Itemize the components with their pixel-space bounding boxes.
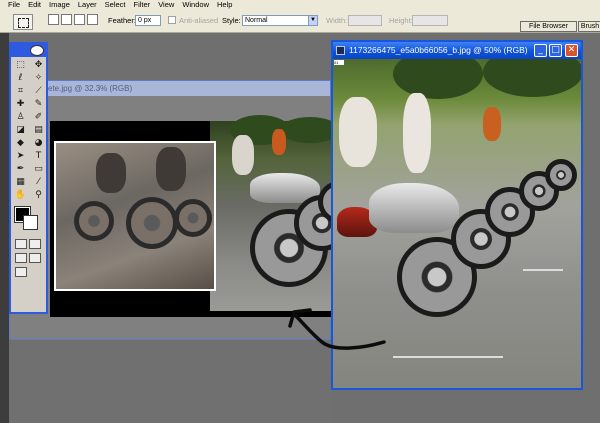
notes-tool-icon[interactable]: ▦ <box>12 176 29 188</box>
screen-modes <box>11 251 46 265</box>
desktop-strip <box>0 33 9 423</box>
options-bar: Feather: 0 px Anti-aliased Style: Normal… <box>0 10 600 33</box>
color-swatches <box>11 205 46 235</box>
tab-brushes[interactable]: Brush <box>578 21 600 32</box>
gradient-tool-icon[interactable]: ▤ <box>30 124 47 136</box>
tool-preset-picker[interactable] <box>13 14 33 30</box>
menu-item-view[interactable]: View <box>158 0 174 10</box>
mask-modes <box>11 237 46 251</box>
pen-tool-icon[interactable]: ✒ <box>12 163 29 175</box>
menu-item-file[interactable]: File <box>8 0 20 10</box>
menu-item-window[interactable]: Window <box>182 0 209 10</box>
workspace-background <box>9 340 331 423</box>
move-tool-icon[interactable]: ✥ <box>30 59 47 71</box>
back-document-window[interactable]: ete.jpg @ 32.3% (RGB) 01 <box>9 80 360 340</box>
bikes-photo-pasted <box>210 115 360 311</box>
hand-drawn-arrow <box>288 308 386 350</box>
style-value: Normal <box>245 17 268 24</box>
healing-brush-icon[interactable]: ✚ <box>12 98 29 110</box>
width-input[interactable] <box>348 15 382 26</box>
menu-item-select[interactable]: Select <box>105 0 126 10</box>
intersect-selection-icon[interactable] <box>87 14 98 25</box>
menu-item-layer[interactable]: Layer <box>78 0 97 10</box>
anti-aliased-checkbox[interactable] <box>168 16 176 24</box>
blur-tool-icon[interactable]: ◆ <box>12 137 29 149</box>
jump-to <box>11 265 46 279</box>
tool-grid: ⬚ ✥ ℓ ✧ ⌗ ⟋ ✚ ✎ ♙ ✐ ◪ ▤ ◆ ◕ ➤ T ✒ ▭ ▦ ⁄ ✋ ⚲ <box>11 57 46 203</box>
chevron-down-icon: ▼ <box>308 16 317 25</box>
close-button[interactable]: ✕ <box>565 44 578 57</box>
screen-mode-2-icon[interactable] <box>29 253 41 263</box>
screen-mode-1-icon[interactable] <box>15 253 27 263</box>
eraser-tool-icon[interactable]: ◪ <box>12 124 29 136</box>
minimize-button[interactable]: _ <box>534 44 547 57</box>
menu-item-filter[interactable]: Filter <box>134 0 151 10</box>
hand-tool-icon[interactable]: ✋ <box>12 189 29 201</box>
dodge-tool-icon[interactable]: ◕ <box>30 137 47 149</box>
height-label: Height: <box>389 16 413 25</box>
toolbox-title-bar[interactable] <box>11 44 46 57</box>
toolbox-palette[interactable]: ⬚ ✥ ℓ ✧ ⌗ ⟋ ✚ ✎ ♙ ✐ ◪ ▤ ◆ ◕ ➤ T ✒ ▭ ▦ ⁄ ✋ ⚲ <box>9 42 48 314</box>
add-selection-icon[interactable] <box>61 14 72 25</box>
crop-tool-icon[interactable]: ⌗ <box>12 85 29 97</box>
menu-item-help[interactable]: Help <box>217 0 232 10</box>
new-selection-icon[interactable] <box>48 14 59 25</box>
tab-file-browser[interactable]: File Browser <box>520 21 577 32</box>
clone-stamp-icon[interactable]: ♙ <box>12 111 29 123</box>
tattoo-photo <box>54 141 216 291</box>
magic-wand-tool-icon[interactable]: ✧ <box>30 72 47 84</box>
menu-bar: File Edit Image Layer Select Filter View Window… <box>0 0 600 10</box>
zoom-tool-icon[interactable]: ⚲ <box>30 189 47 201</box>
anti-aliased-label: Anti-aliased <box>179 16 219 25</box>
style-select[interactable]: Normal ▼ <box>242 15 318 26</box>
style-label: Style: <box>222 16 241 25</box>
subtract-selection-icon[interactable] <box>74 14 85 25</box>
width-label: Width: <box>326 16 348 25</box>
brush-tool-icon[interactable]: ✎ <box>30 98 47 110</box>
path-selection-icon[interactable]: ➤ <box>12 150 29 162</box>
jump-to-imageready-icon[interactable] <box>15 267 27 277</box>
slice-tool-icon[interactable]: ⟋ <box>30 85 47 97</box>
ruler-origin: 01 <box>334 60 344 65</box>
feather-logo-icon <box>30 45 44 56</box>
back-document-title: ete.jpg @ 32.3% (RGB) <box>10 81 330 96</box>
back-document-canvas[interactable] <box>50 115 360 317</box>
feather-label: Feather: <box>108 16 136 25</box>
marquee-tool-icon[interactable]: ⬚ <box>12 59 29 71</box>
standard-mode-icon[interactable] <box>15 239 27 249</box>
type-tool-icon[interactable]: T <box>30 150 47 162</box>
document-icon <box>336 46 345 55</box>
history-brush-icon[interactable]: ✐ <box>30 111 47 123</box>
menu-item-image[interactable]: Image <box>49 0 70 10</box>
maximize-button[interactable]: □ <box>549 44 562 57</box>
lasso-tool-icon[interactable]: ℓ <box>12 72 29 84</box>
height-input[interactable] <box>412 15 448 26</box>
background-color-swatch[interactable] <box>23 215 38 230</box>
eyedropper-tool-icon[interactable]: ⁄ <box>30 176 47 188</box>
quickmask-mode-icon[interactable] <box>29 239 41 249</box>
feather-input[interactable]: 0 px <box>135 15 161 26</box>
menu-item-edit[interactable]: Edit <box>28 0 41 10</box>
front-document-title: 1173266475_e5a0b66056_b.jpg @ 50% (RGB) <box>349 45 528 55</box>
shape-tool-icon[interactable]: ▭ <box>30 163 47 175</box>
